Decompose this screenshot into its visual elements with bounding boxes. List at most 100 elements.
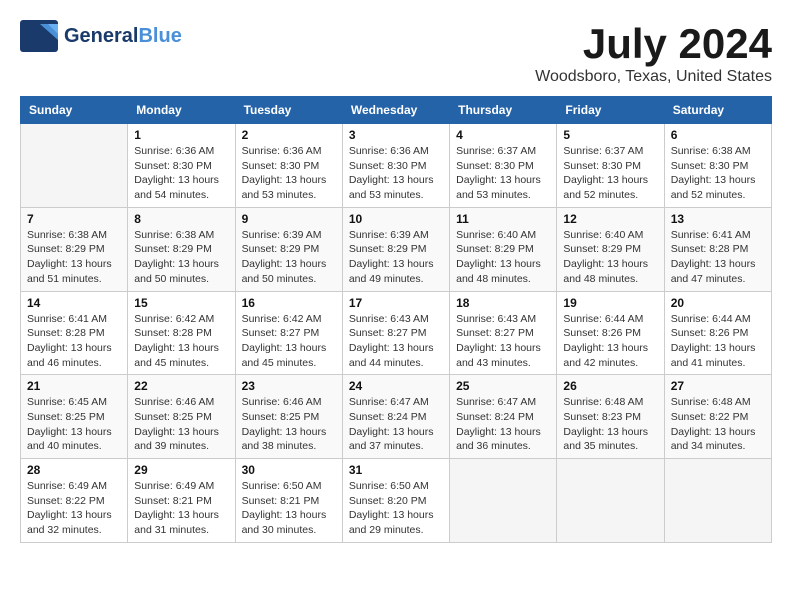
calendar-cell: 4Sunrise: 6:37 AM Sunset: 8:30 PM Daylig… xyxy=(450,124,557,208)
calendar-week-row-1: 1Sunrise: 6:36 AM Sunset: 8:30 PM Daylig… xyxy=(21,124,772,208)
calendar-cell: 29 Sunrise: 6:49 AM Sunset: 8:21 PM Dayli… xyxy=(128,459,235,543)
calendar-header-row: Sunday Monday Tuesday Wednesday Thursday… xyxy=(21,97,772,124)
calendar-cell: 19Sunrise: 6:44 AM Sunset: 8:26 PM Dayli… xyxy=(557,291,664,375)
day-info: Sunrise: 6:39 AM Sunset: 8:29 PM Dayligh… xyxy=(349,228,443,287)
day-info: Sunrise: 6:49 AM Sunset: 8:21 PM Dayligh… xyxy=(134,479,228,538)
day-info: Sunrise: 6:50 AM Sunset: 8:20 PM Dayligh… xyxy=(349,479,443,538)
calendar-cell: 13Sunrise: 6:41 AM Sunset: 8:28 PM Dayli… xyxy=(664,207,771,291)
calendar-cell: 18 Sunrise: 6:43 AM Sunset: 8:27 PM Dayli… xyxy=(450,291,557,375)
day-info: Sunrise: 6:50 AM Sunset: 8:21 PM Dayligh… xyxy=(242,479,336,538)
calendar-cell xyxy=(664,459,771,543)
day-info: Sunrise: 6:48 AM Sunset: 8:22 PM Dayligh… xyxy=(671,395,765,454)
day-info: Sunrise: 6:47 AM Sunset: 8:24 PM Dayligh… xyxy=(456,395,550,454)
calendar-week-row-4: 21Sunrise: 6:45 AM Sunset: 8:25 PM Dayli… xyxy=(21,375,772,459)
day-number: 22 xyxy=(134,379,228,393)
day-info: Sunrise: 6:38 AM Sunset: 8:29 PM Dayligh… xyxy=(27,228,121,287)
day-info: Sunrise: 6:46 AM Sunset: 8:25 PM Dayligh… xyxy=(242,395,336,454)
day-info: Sunrise: 6:49 AM Sunset: 8:22 PM Dayligh… xyxy=(27,479,121,538)
day-info: Sunrise: 6:38 AM Sunset: 8:29 PM Dayligh… xyxy=(134,228,228,287)
location-title: Woodsboro, Texas, United States xyxy=(535,68,772,86)
day-number: 29 xyxy=(134,463,228,477)
calendar-cell: 26 Sunrise: 6:48 AM Sunset: 8:23 PM Dayli… xyxy=(557,375,664,459)
header-thursday: Thursday xyxy=(450,97,557,124)
logo: GeneralBlue xyxy=(20,20,182,52)
calendar-cell: 6 Sunrise: 6:38 AM Sunset: 8:30 PM Daylig… xyxy=(664,124,771,208)
day-number: 26 xyxy=(563,379,657,393)
header: GeneralBlue July 2024 Woodsboro, Texas, … xyxy=(20,20,772,86)
day-info: Sunrise: 6:39 AM Sunset: 8:29 PM Dayligh… xyxy=(242,228,336,287)
day-number: 2 xyxy=(242,128,336,142)
day-number: 25 xyxy=(456,379,550,393)
day-number: 23 xyxy=(242,379,336,393)
calendar-cell: 16Sunrise: 6:42 AM Sunset: 8:27 PM Dayli… xyxy=(235,291,342,375)
day-info: Sunrise: 6:36 AM Sunset: 8:30 PM Dayligh… xyxy=(134,144,228,203)
month-title: July 2024 xyxy=(535,20,772,68)
day-number: 19 xyxy=(563,296,657,310)
calendar-cell: 1Sunrise: 6:36 AM Sunset: 8:30 PM Daylig… xyxy=(128,124,235,208)
day-info: Sunrise: 6:41 AM Sunset: 8:28 PM Dayligh… xyxy=(671,228,765,287)
calendar-cell: 14 Sunrise: 6:41 AM Sunset: 8:28 PM Dayli… xyxy=(21,291,128,375)
calendar-cell: 2 Sunrise: 6:36 AM Sunset: 8:30 PM Daylig… xyxy=(235,124,342,208)
calendar-cell xyxy=(450,459,557,543)
header-monday: Monday xyxy=(128,97,235,124)
calendar-cell: 28 Sunrise: 6:49 AM Sunset: 8:22 PM Dayli… xyxy=(21,459,128,543)
calendar-cell: 7 Sunrise: 6:38 AM Sunset: 8:29 PM Daylig… xyxy=(21,207,128,291)
day-number: 27 xyxy=(671,379,765,393)
calendar-cell: 9 Sunrise: 6:39 AM Sunset: 8:29 PM Daylig… xyxy=(235,207,342,291)
day-number: 15 xyxy=(134,296,228,310)
day-number: 10 xyxy=(349,212,443,226)
day-info: Sunrise: 6:38 AM Sunset: 8:30 PM Dayligh… xyxy=(671,144,765,203)
day-info: Sunrise: 6:36 AM Sunset: 8:30 PM Dayligh… xyxy=(349,144,443,203)
title-section: July 2024 Woodsboro, Texas, United State… xyxy=(535,20,772,86)
day-info: Sunrise: 6:44 AM Sunset: 8:26 PM Dayligh… xyxy=(671,312,765,371)
header-tuesday: Tuesday xyxy=(235,97,342,124)
calendar-cell xyxy=(21,124,128,208)
day-info: Sunrise: 6:43 AM Sunset: 8:27 PM Dayligh… xyxy=(456,312,550,371)
header-wednesday: Wednesday xyxy=(342,97,449,124)
header-friday: Friday xyxy=(557,97,664,124)
day-number: 21 xyxy=(27,379,121,393)
day-number: 12 xyxy=(563,212,657,226)
header-sunday: Sunday xyxy=(21,97,128,124)
calendar-cell xyxy=(557,459,664,543)
day-number: 11 xyxy=(456,212,550,226)
day-info: Sunrise: 6:37 AM Sunset: 8:30 PM Dayligh… xyxy=(563,144,657,203)
day-number: 3 xyxy=(349,128,443,142)
logo-blue-text: Blue xyxy=(138,25,181,47)
calendar-week-row-2: 7 Sunrise: 6:38 AM Sunset: 8:29 PM Daylig… xyxy=(21,207,772,291)
day-number: 28 xyxy=(27,463,121,477)
calendar-cell: 22 Sunrise: 6:46 AM Sunset: 8:25 PM Dayli… xyxy=(128,375,235,459)
calendar-cell: 20Sunrise: 6:44 AM Sunset: 8:26 PM Dayli… xyxy=(664,291,771,375)
calendar-cell: 5Sunrise: 6:37 AM Sunset: 8:30 PM Daylig… xyxy=(557,124,664,208)
calendar-cell: 23 Sunrise: 6:46 AM Sunset: 8:25 PM Dayli… xyxy=(235,375,342,459)
day-info: Sunrise: 6:36 AM Sunset: 8:30 PM Dayligh… xyxy=(242,144,336,203)
day-number: 31 xyxy=(349,463,443,477)
calendar-table: Sunday Monday Tuesday Wednesday Thursday… xyxy=(20,96,772,543)
day-number: 9 xyxy=(242,212,336,226)
logo-general-text: General xyxy=(64,25,138,47)
calendar-week-row-3: 14 Sunrise: 6:41 AM Sunset: 8:28 PM Dayli… xyxy=(21,291,772,375)
calendar-cell: 27 Sunrise: 6:48 AM Sunset: 8:22 PM Dayli… xyxy=(664,375,771,459)
day-number: 17 xyxy=(349,296,443,310)
day-info: Sunrise: 6:47 AM Sunset: 8:24 PM Dayligh… xyxy=(349,395,443,454)
day-info: Sunrise: 6:40 AM Sunset: 8:29 PM Dayligh… xyxy=(563,228,657,287)
calendar-cell: 25 Sunrise: 6:47 AM Sunset: 8:24 PM Dayli… xyxy=(450,375,557,459)
day-number: 30 xyxy=(242,463,336,477)
day-number: 16 xyxy=(242,296,336,310)
day-number: 8 xyxy=(134,212,228,226)
calendar-cell: 17 Sunrise: 6:43 AM Sunset: 8:27 PM Dayli… xyxy=(342,291,449,375)
day-number: 6 xyxy=(671,128,765,142)
day-number: 14 xyxy=(27,296,121,310)
day-info: Sunrise: 6:41 AM Sunset: 8:28 PM Dayligh… xyxy=(27,312,121,371)
calendar-cell: 8 Sunrise: 6:38 AM Sunset: 8:29 PM Daylig… xyxy=(128,207,235,291)
day-info: Sunrise: 6:48 AM Sunset: 8:23 PM Dayligh… xyxy=(563,395,657,454)
calendar-cell: 31 Sunrise: 6:50 AM Sunset: 8:20 PM Dayli… xyxy=(342,459,449,543)
day-info: Sunrise: 6:43 AM Sunset: 8:27 PM Dayligh… xyxy=(349,312,443,371)
calendar-cell: 15 Sunrise: 6:42 AM Sunset: 8:28 PM Dayli… xyxy=(128,291,235,375)
day-number: 7 xyxy=(27,212,121,226)
day-info: Sunrise: 6:37 AM Sunset: 8:30 PM Dayligh… xyxy=(456,144,550,203)
day-info: Sunrise: 6:46 AM Sunset: 8:25 PM Dayligh… xyxy=(134,395,228,454)
calendar-cell: 30 Sunrise: 6:50 AM Sunset: 8:21 PM Dayli… xyxy=(235,459,342,543)
day-info: Sunrise: 6:42 AM Sunset: 8:28 PM Dayligh… xyxy=(134,312,228,371)
day-number: 18 xyxy=(456,296,550,310)
